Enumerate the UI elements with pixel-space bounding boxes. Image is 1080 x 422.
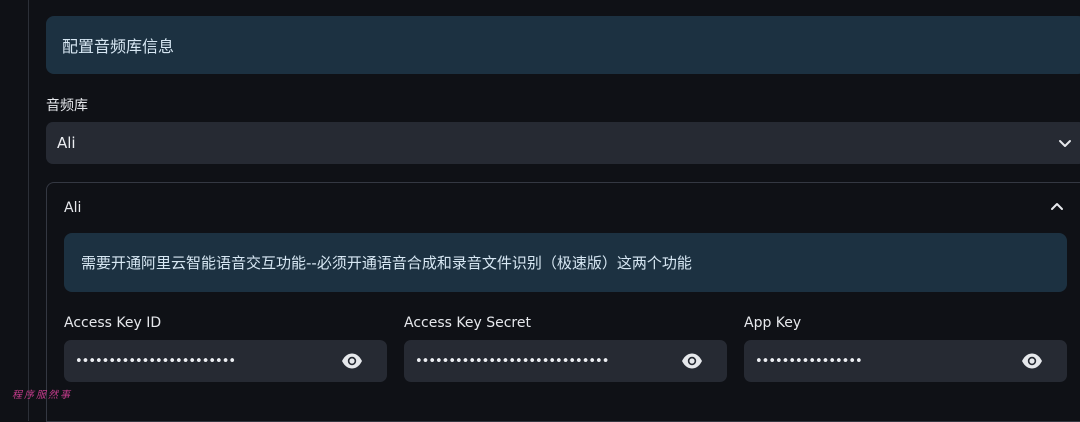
access-key-secret-field: Access Key Secret ••••••••••••••••••••••… (404, 313, 727, 382)
app-key-value: •••••••••••••••• (755, 353, 863, 369)
audio-library-select-value: Ali (57, 134, 76, 152)
access-key-id-value: •••••••••••••••••••••••• (75, 353, 236, 369)
audio-library-label: 音频库 (46, 98, 88, 114)
ali-expander-header[interactable]: Ali (64, 200, 81, 216)
eye-icon[interactable] (1021, 352, 1043, 370)
ali-expander: Ali 需要开通阿里云智能语音交互功能--必须开通语音合成和录音文件识别（极速版… (46, 182, 1080, 422)
app-key-input[interactable]: •••••••••••••••• (744, 340, 1067, 382)
access-key-secret-input[interactable]: ••••••••••••••••••••••••••••• (404, 340, 727, 382)
chevron-up-icon[interactable] (1050, 200, 1064, 214)
access-key-secret-value: ••••••••••••••••••••••••••••• (415, 353, 609, 369)
ali-notice-text: 需要开通阿里云智能语音交互功能--必须开通语音合成和录音文件识别（极速版）这两个… (81, 254, 692, 272)
access-key-id-label: Access Key ID (64, 315, 162, 331)
eye-icon[interactable] (681, 352, 703, 370)
info-banner: 配置音频库信息 (46, 16, 1080, 74)
watermark: 程序服然事 (12, 390, 72, 401)
access-key-id-field: Access Key ID •••••••••••••••••••••••• (64, 313, 387, 382)
access-key-secret-label: Access Key Secret (404, 315, 531, 331)
app-key-field: App Key •••••••••••••••• (744, 313, 1067, 382)
info-banner-text: 配置音频库信息 (62, 37, 175, 56)
ali-notice-banner: 需要开通阿里云智能语音交互功能--必须开通语音合成和录音文件识别（极速版）这两个… (64, 233, 1067, 292)
audio-library-select[interactable]: Ali (46, 122, 1080, 164)
app-key-label: App Key (744, 315, 802, 331)
chevron-down-icon (1059, 140, 1071, 147)
eye-icon[interactable] (341, 352, 363, 370)
access-key-id-input[interactable]: •••••••••••••••••••••••• (64, 340, 387, 382)
